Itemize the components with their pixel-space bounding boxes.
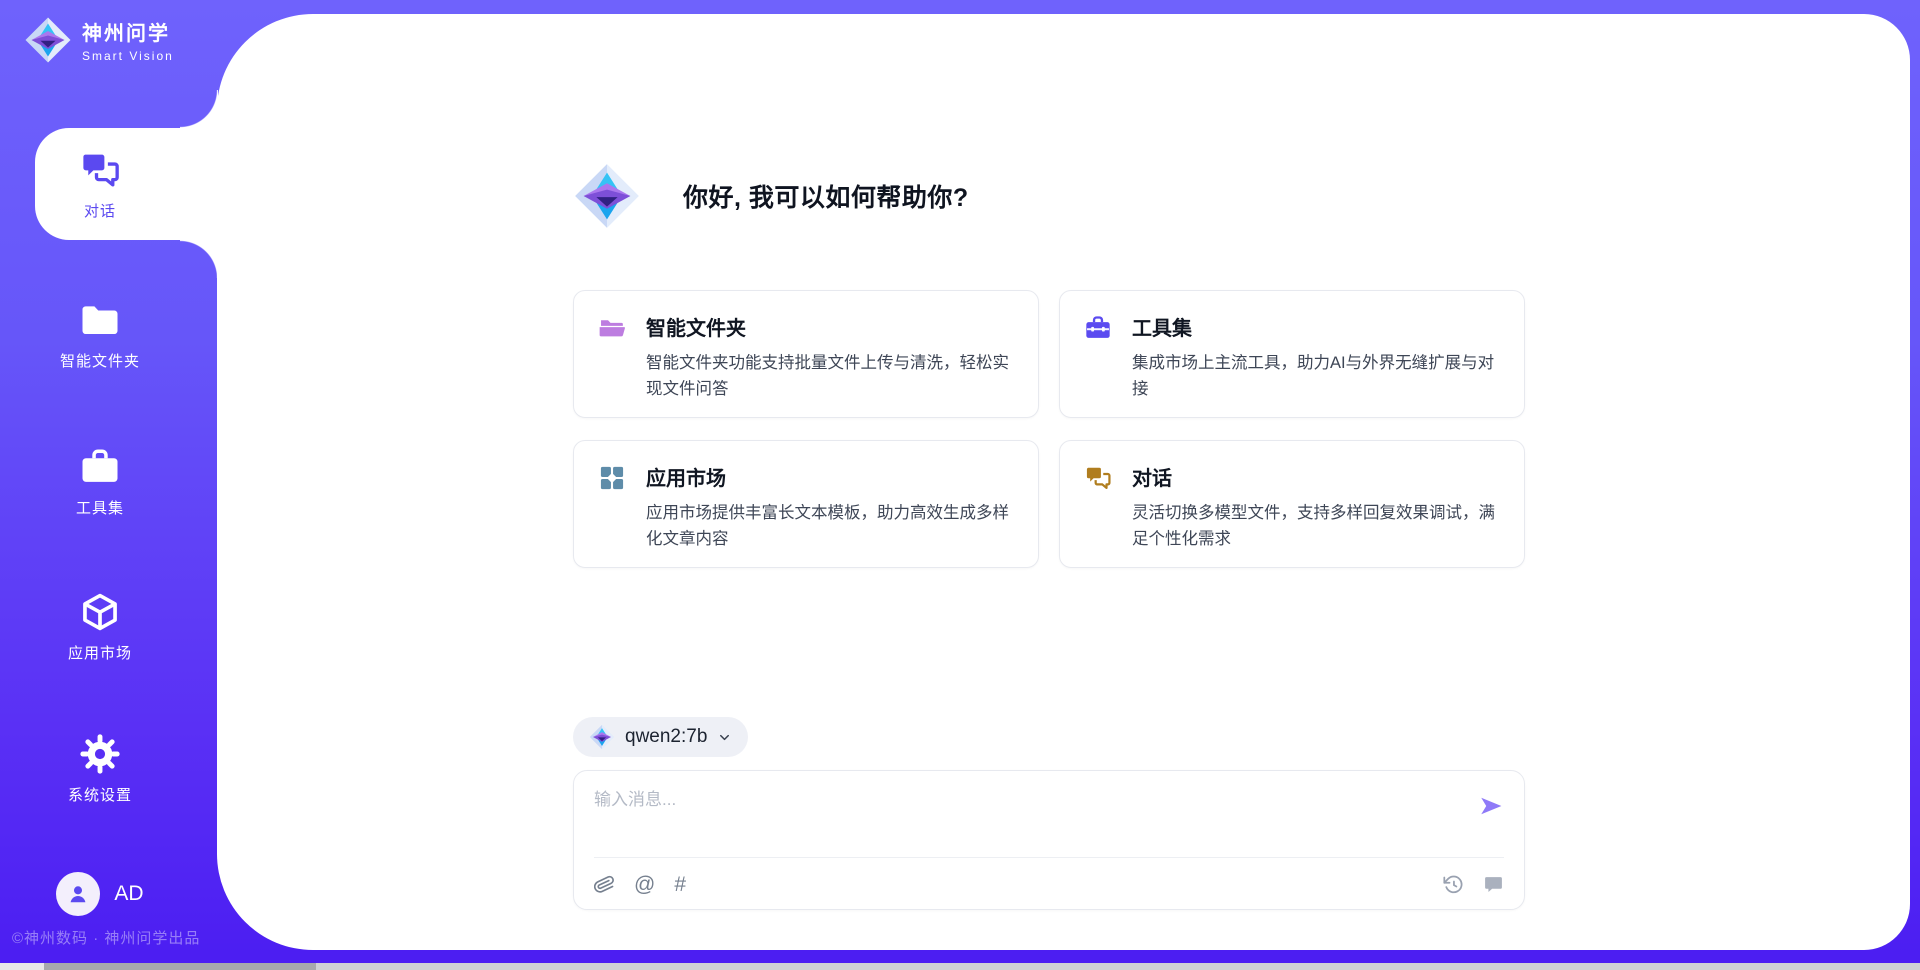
scrollbar-left-cap (0, 963, 44, 970)
card-title: 智能文件夹 (646, 312, 1014, 341)
composer-divider (594, 857, 1504, 858)
chat-bubbles-icon (79, 149, 121, 191)
chevron-down-icon (717, 730, 732, 745)
model-logo-icon (589, 724, 615, 750)
send-button[interactable] (1478, 793, 1504, 819)
new-chat-button[interactable] (1483, 874, 1504, 895)
brand-logo: 神州问学 Smart Vision (24, 16, 174, 64)
card-title: 工具集 (1132, 312, 1500, 341)
greeting-title: 你好, 我可以如何帮助你? (683, 178, 969, 214)
assistant-logo-icon (573, 162, 641, 230)
composer-toolbar: @ # (594, 869, 1504, 899)
card-description: 集成市场上主流工具，助力AI与外界无缝扩展与对接 (1132, 350, 1500, 403)
brand-name: 神州问学 (82, 17, 174, 46)
horizontal-scrollbar (0, 963, 1920, 970)
user-profile[interactable]: AD (0, 872, 200, 916)
sidebar-item-label: 系统设置 (68, 784, 132, 805)
briefcase-icon (1084, 314, 1112, 342)
sidebar-item-label: 工具集 (76, 497, 124, 518)
user-initials: AD (114, 882, 143, 906)
history-button[interactable] (1443, 874, 1464, 895)
topic-button[interactable]: # (674, 874, 686, 895)
card-app-market[interactable]: 应用市场 应用市场提供丰富长文本模板，助力高效生成多样化文章内容 (573, 440, 1039, 568)
sidebar-item-settings[interactable]: 系统设置 (0, 733, 200, 805)
model-name: qwen2:7b (625, 726, 707, 748)
brand-subtitle: Smart Vision (82, 49, 174, 63)
card-description: 智能文件夹功能支持批量文件上传与清洗，轻松实现文件问答 (646, 350, 1014, 403)
message-composer: @ # (573, 770, 1525, 910)
brand-diamond-icon (24, 16, 72, 64)
at-icon: @ (634, 874, 655, 895)
cube-icon (79, 591, 121, 633)
card-title: 应用市场 (646, 462, 1014, 491)
sidebar-item-chat[interactable]: 对话 (0, 149, 200, 221)
folder-icon (79, 299, 121, 341)
send-icon (1478, 793, 1504, 819)
feature-cards: 智能文件夹 智能文件夹功能支持批量文件上传与清洗，轻松实现文件问答 工具集 集成… (573, 290, 1525, 568)
person-icon (65, 881, 91, 907)
card-title: 对话 (1132, 462, 1500, 491)
sidebar-item-app-market[interactable]: 应用市场 (0, 591, 200, 663)
greeting-block: 你好, 我可以如何帮助你? (573, 162, 1525, 230)
model-selector[interactable]: qwen2:7b (573, 717, 748, 757)
chat-bubble-icon (1483, 874, 1504, 895)
sidebar-item-smart-folder[interactable]: 智能文件夹 (0, 299, 200, 371)
gear-icon (79, 733, 121, 775)
folder-open-icon (598, 314, 626, 342)
card-description: 灵活切换多模型文件，支持多样回复效果调试，满足个性化需求 (1132, 500, 1500, 553)
message-input[interactable] (594, 785, 1454, 847)
sidebar-item-label: 应用市场 (68, 642, 132, 663)
briefcase-icon (79, 446, 121, 488)
card-chat[interactable]: 对话 灵活切换多模型文件，支持多样回复效果调试，满足个性化需求 (1059, 440, 1525, 568)
mention-button[interactable]: @ (634, 874, 655, 895)
app-root: { "brand": { "name": "神州问学", "subtitle":… (0, 0, 1920, 970)
copyright-footer: ©神州数码 · 神州问学出品 (12, 927, 200, 948)
paperclip-icon (594, 874, 615, 895)
card-smart-folder[interactable]: 智能文件夹 智能文件夹功能支持批量文件上传与清洗，轻松实现文件问答 (573, 290, 1039, 418)
grid-icon (598, 464, 626, 492)
history-icon (1443, 874, 1464, 895)
sidebar-item-toolset[interactable]: 工具集 (0, 446, 200, 518)
sidebar-item-label: 对话 (84, 200, 116, 221)
sidebar: 神州问学 Smart Vision 对话 智能文件夹 工具集 应用市场 (0, 0, 217, 970)
avatar (56, 872, 100, 916)
chat-bubbles-icon (1084, 464, 1112, 492)
card-toolset[interactable]: 工具集 集成市场上主流工具，助力AI与外界无缝扩展与对接 (1059, 290, 1525, 418)
main-panel: 你好, 我可以如何帮助你? 智能文件夹 智能文件夹功能支持批量文件上传与清洗，轻… (217, 14, 1910, 950)
scrollbar-thumb[interactable] (44, 963, 316, 970)
card-description: 应用市场提供丰富长文本模板，助力高效生成多样化文章内容 (646, 500, 1014, 553)
hash-icon: # (674, 874, 686, 895)
attach-file-button[interactable] (594, 874, 615, 895)
sidebar-item-label: 智能文件夹 (60, 350, 140, 371)
